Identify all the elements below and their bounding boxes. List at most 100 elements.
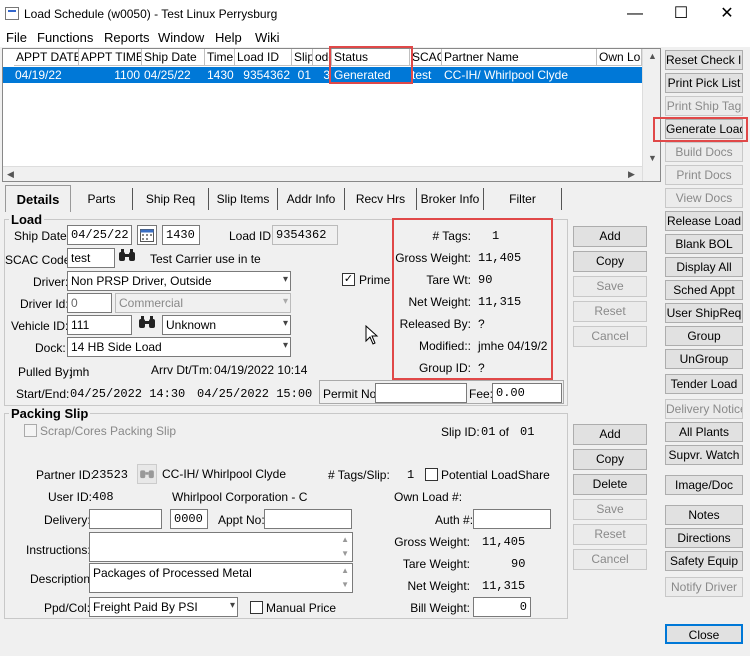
ps-copy-button[interactable]: Copy <box>573 449 647 470</box>
col-load-id[interactable]: Load ID <box>235 49 292 66</box>
col-appt-date[interactable]: APPT DATE <box>14 49 79 66</box>
scroll-up-icon[interactable]: ▲ <box>648 51 657 61</box>
description-field[interactable]: Packages of Processed Metal ▲ ▼ <box>89 563 353 593</box>
close-button[interactable]: Close <box>665 624 743 644</box>
menu-window[interactable]: Window <box>158 30 204 45</box>
vehicle-type-dropdown[interactable]: Unknown ▾ <box>162 315 291 335</box>
instructions-field[interactable]: ▲ ▼ <box>89 532 353 562</box>
col-appt-time[interactable]: APPT TIME <box>79 49 142 66</box>
safety-equip-button[interactable]: Safety Equip <box>665 551 743 571</box>
binoculars-icon[interactable] <box>137 315 157 335</box>
minimize-icon[interactable]: — <box>612 0 658 28</box>
load-grid[interactable]: APPT DATE APPT TIME Ship Date Time Load … <box>2 46 661 182</box>
tab-broker-info[interactable]: Broker Info <box>417 188 484 210</box>
directions-button[interactable]: Directions <box>665 528 743 548</box>
tab-ship-req[interactable]: Ship Req <box>133 188 209 210</box>
ps-add-button[interactable]: Add <box>573 424 647 445</box>
image-doc-button[interactable]: Image/Doc <box>665 475 743 495</box>
maximize-icon[interactable]: ☐ <box>658 0 704 28</box>
tender-load-button[interactable]: Tender Load <box>665 374 743 394</box>
potential-loadshare-checkbox[interactable] <box>425 468 438 481</box>
supvr-watch-button[interactable]: Supvr. Watch <box>665 445 743 465</box>
auth-field[interactable] <box>473 509 551 529</box>
scac-field[interactable]: test <box>67 248 115 268</box>
menu-help[interactable]: Help <box>215 30 242 45</box>
ps-reset-button[interactable]: Reset <box>573 524 647 545</box>
scrap-checkbox[interactable] <box>24 424 37 437</box>
scroll-up-icon[interactable]: ▲ <box>341 566 349 575</box>
user-shipreq-button[interactable]: User ShipReq <box>665 303 743 323</box>
vehicle-id-field[interactable]: 111 <box>67 315 132 335</box>
grid-vertical-scrollbar[interactable]: ▲ ▼ <box>642 49 660 181</box>
binoculars-icon[interactable] <box>117 248 137 268</box>
col-ship-date[interactable]: Ship Date <box>142 49 205 66</box>
col-own-load[interactable]: Own Loa <box>597 49 642 66</box>
menu-wiki[interactable]: Wiki <box>255 30 280 45</box>
ps-delete-button[interactable]: Delete <box>573 474 647 495</box>
table-row[interactable]: 04/19/22 1100 04/25/22 1430 9354362 01 3… <box>3 67 642 83</box>
permit-field[interactable] <box>375 383 467 403</box>
ship-date-field[interactable]: 04/25/22 <box>67 225 132 245</box>
binoculars-icon[interactable] <box>137 464 157 484</box>
instructions-label: Instructions: <box>26 543 91 557</box>
display-all-button[interactable]: Display All <box>665 257 743 277</box>
driver-id-field[interactable]: 0 <box>67 293 112 313</box>
print-docs-button[interactable]: Print Docs <box>665 165 743 185</box>
ungroup-button[interactable]: UnGroup <box>665 349 743 369</box>
menu-reports[interactable]: Reports <box>104 30 150 45</box>
tab-parts[interactable]: Parts <box>71 188 133 210</box>
ship-time-field[interactable]: 1430 <box>162 225 200 245</box>
print-pick-list-button[interactable]: Print Pick List <box>665 73 743 93</box>
appt-no-field[interactable] <box>264 509 352 529</box>
calendar-icon[interactable] <box>137 225 157 245</box>
driver-dropdown[interactable]: Non PRSP Driver, Outside ▾ <box>67 271 291 291</box>
col-scac[interactable]: SCAC <box>410 49 442 66</box>
tab-addr-info[interactable]: Addr Info <box>278 188 345 210</box>
reset-check-in-button[interactable]: Reset Check In <box>665 50 743 70</box>
fee-field[interactable]: 0.00 <box>492 383 562 403</box>
release-load-button[interactable]: Release Load <box>665 211 743 231</box>
notify-driver-button[interactable]: Notify Driver <box>665 577 743 597</box>
all-plants-button[interactable]: All Plants <box>665 422 743 442</box>
ps-cancel-button[interactable]: Cancel <box>573 549 647 570</box>
blank-bol-button[interactable]: Blank BOL <box>665 234 743 254</box>
fee-label: Fee: <box>469 387 494 401</box>
load-save-button[interactable]: Save <box>573 276 647 297</box>
ps-save-button[interactable]: Save <box>573 499 647 520</box>
load-add-button[interactable]: Add <box>573 226 647 247</box>
sched-appt-button[interactable]: Sched Appt <box>665 280 743 300</box>
delivery-time-field[interactable]: 0000 <box>170 509 208 529</box>
grid-horizontal-scrollbar[interactable]: ◀ ▶ <box>3 166 642 181</box>
bill-weight-field[interactable]: 0 <box>473 597 531 617</box>
load-copy-button[interactable]: Copy <box>573 251 647 272</box>
ppd-col-dropdown[interactable]: Freight Paid By PSI ▾ <box>89 597 238 617</box>
prime-checkbox[interactable]: ✓ <box>342 273 355 286</box>
manual-price-checkbox[interactable] <box>250 601 263 614</box>
dock-dropdown[interactable]: 14 HB Side Load ▾ <box>67 337 291 357</box>
group-button[interactable]: Group <box>665 326 743 346</box>
tab-filter[interactable]: Filter <box>484 188 562 210</box>
tab-details[interactable]: Details <box>5 185 71 212</box>
tab-slip-items[interactable]: Slip Items <box>209 188 278 210</box>
view-docs-button[interactable]: View Docs <box>665 188 743 208</box>
notes-button[interactable]: Notes <box>665 505 743 525</box>
print-ship-tag-button[interactable]: Print Ship Tag <box>665 96 743 116</box>
tab-recv-hrs[interactable]: Recv Hrs <box>345 188 417 210</box>
scroll-down-icon[interactable]: ▼ <box>648 153 657 163</box>
scroll-left-icon[interactable]: ◀ <box>7 169 14 180</box>
load-cancel-button[interactable]: Cancel <box>573 326 647 347</box>
scroll-down-icon[interactable]: ▼ <box>341 580 349 589</box>
load-reset-button[interactable]: Reset <box>573 301 647 322</box>
build-docs-button[interactable]: Build Docs <box>665 142 743 162</box>
scroll-right-icon[interactable]: ▶ <box>628 169 635 180</box>
scroll-down-icon[interactable]: ▼ <box>341 549 349 558</box>
menu-file[interactable]: File <box>6 30 27 45</box>
col-time[interactable]: Time <box>205 49 235 66</box>
col-slip[interactable]: Slip <box>292 49 313 66</box>
col-partner-name[interactable]: Partner Name <box>442 49 597 66</box>
delivery-field[interactable] <box>89 509 162 529</box>
delivery-notice-button[interactable]: Delivery Notice <box>665 399 743 419</box>
menu-functions[interactable]: Functions <box>37 30 93 45</box>
close-window-icon[interactable]: ✕ <box>704 0 750 28</box>
scroll-up-icon[interactable]: ▲ <box>341 535 349 544</box>
